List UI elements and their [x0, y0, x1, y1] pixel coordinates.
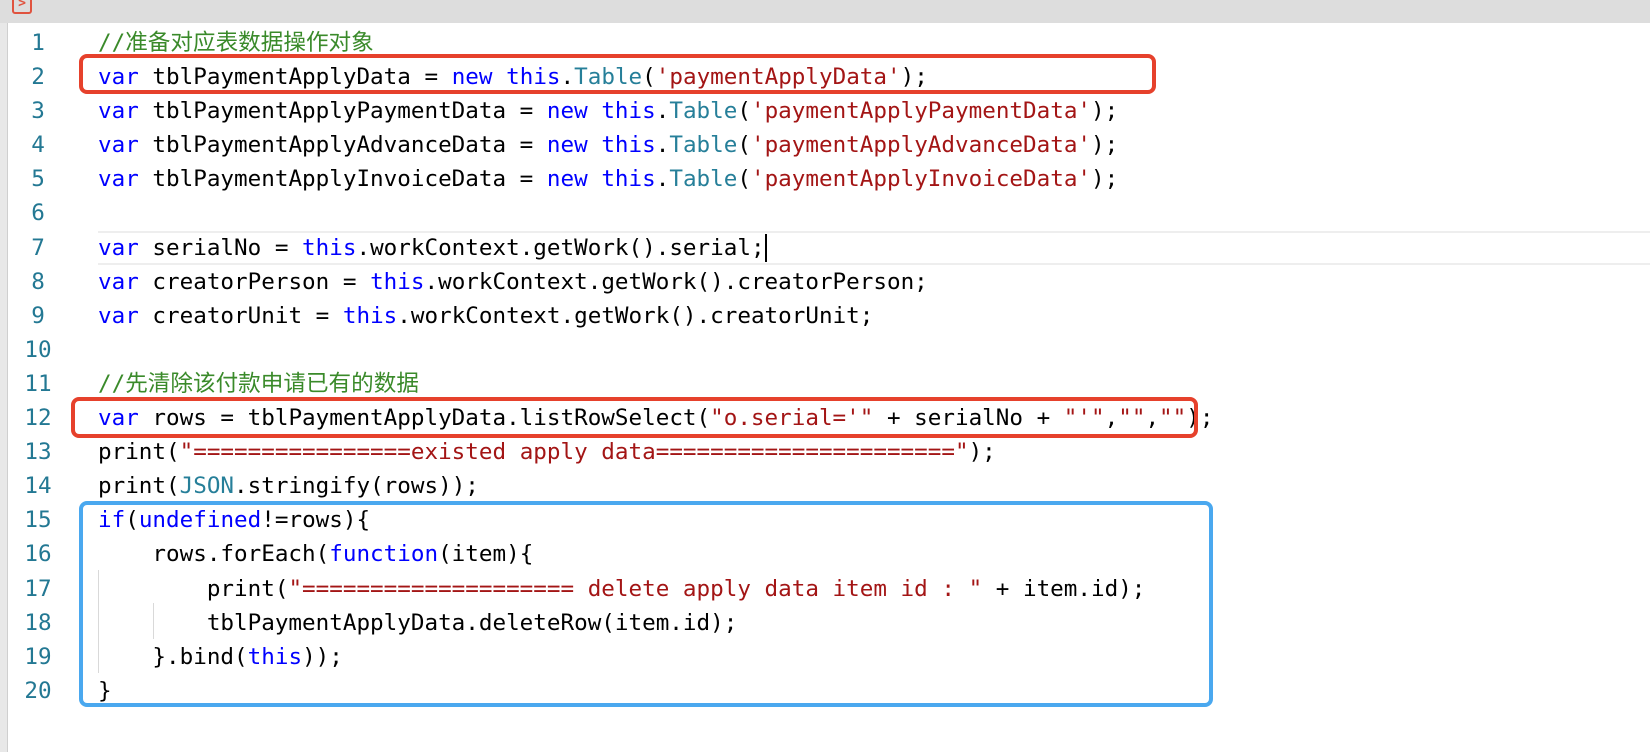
line-number: 4: [31, 132, 45, 159]
code-token: JSON: [179, 473, 235, 500]
code-token: serialNo =: [138, 234, 303, 261]
highlight-box-lines-15-20: [79, 501, 1213, 707]
code-token: );: [968, 439, 996, 466]
code-token: //准备对应表数据操作对象: [98, 30, 374, 56]
code-token: );: [1091, 98, 1119, 125]
highlight-box-line-12: [71, 397, 1198, 438]
code-text: var serialNo = this.workContext.getWork(…: [98, 231, 767, 265]
code-token: Table: [669, 98, 738, 125]
line-number: 6: [31, 200, 45, 227]
line-number: 5: [31, 166, 45, 193]
code-token: );: [1091, 166, 1119, 193]
code-text: var creatorUnit = this.workContext.getWo…: [98, 299, 873, 333]
code-token: var: [98, 132, 139, 159]
line-number: 3: [31, 98, 45, 125]
code-token: tblPaymentApplyAdvanceData =: [138, 132, 547, 159]
code-line[interactable]: 5 var tblPaymentApplyInvoiceData = new th…: [8, 162, 1650, 196]
line-number: 8: [31, 268, 45, 295]
code-text: print("================existed apply dat…: [98, 435, 996, 469]
code-token: this: [370, 268, 425, 295]
text-cursor: [764, 234, 767, 263]
code-token: 'paymentApplyAdvanceData': [750, 132, 1092, 159]
code-token: var: [98, 234, 139, 261]
editor-toolbar: >: [0, 0, 1650, 23]
code-token: new: [546, 132, 588, 159]
code-token: tblPaymentApplyPaymentData =: [138, 98, 547, 125]
line-number: 12: [24, 405, 52, 432]
run-panel-icon[interactable]: >: [12, 0, 32, 14]
line-number: 9: [31, 302, 45, 329]
code-token: Table: [669, 166, 738, 193]
code-token: 'paymentApplyInvoiceData': [750, 166, 1092, 193]
line-number: 16: [24, 541, 52, 568]
code-line[interactable]: 6: [8, 196, 1650, 230]
code-token: new: [546, 98, 588, 125]
code-token: print(: [98, 439, 180, 466]
code-text: var tblPaymentApplyInvoiceData = new thi…: [98, 162, 1118, 196]
code-token: tblPaymentApplyInvoiceData =: [138, 166, 547, 193]
code-line[interactable]: 4 var tblPaymentApplyAdvanceData = new th…: [8, 128, 1650, 162]
line-number: 15: [24, 507, 52, 534]
code-token: "================existed apply data=====…: [179, 439, 969, 466]
line-number: 13: [24, 439, 52, 466]
line-number: 11: [24, 370, 52, 397]
code-token: //先清除该付款申请已有的数据: [98, 370, 419, 397]
code-token: .workContext.getWork().serial;: [356, 234, 765, 261]
code-line[interactable]: 9 var creatorUnit = this.workContext.getW…: [8, 299, 1650, 333]
code-token: .: [655, 132, 670, 159]
code-token: .: [655, 98, 670, 125]
code-token: this: [302, 234, 357, 261]
code-line[interactable]: 8 var creatorPerson = this.workContext.ge…: [8, 265, 1650, 299]
code-token: (: [737, 98, 751, 125]
code-text: var tblPaymentApplyAdvanceData = new thi…: [98, 128, 1118, 162]
code-line[interactable]: 10: [8, 333, 1650, 367]
highlight-box-line-2: [79, 54, 1156, 94]
code-token: var: [98, 302, 139, 329]
code-line[interactable]: 7 var serialNo = this.workContext.getWork…: [8, 230, 1650, 265]
code-token: (: [737, 166, 751, 193]
line-number: 14: [24, 473, 52, 500]
code-token: new: [546, 166, 588, 193]
code-line[interactable]: 14 print(JSON.stringify(rows));: [8, 469, 1650, 503]
code-token: creatorUnit =: [138, 302, 343, 329]
code-token: var: [98, 166, 139, 193]
code-token: Table: [669, 132, 738, 159]
code-text: var creatorPerson = this.workContext.get…: [98, 265, 928, 299]
code-token: this: [342, 302, 398, 329]
line-number: 20: [24, 677, 52, 704]
code-token: print(: [98, 473, 180, 500]
line-number: 7: [31, 234, 45, 261]
code-line[interactable]: 3 var tblPaymentApplyPaymentData = new th…: [8, 94, 1650, 128]
code-token: creatorPerson =: [138, 268, 371, 295]
code-token: .stringify(rows));: [234, 473, 479, 500]
line-number: 10: [24, 336, 52, 363]
code-text: var tblPaymentApplyPaymentData = new thi…: [98, 94, 1118, 128]
code-token: this: [601, 132, 656, 159]
code-token: 'paymentApplyPaymentData': [750, 98, 1092, 125]
line-number: 17: [24, 575, 52, 602]
line-number: 19: [24, 643, 52, 670]
code-token: var: [98, 268, 139, 295]
code-token: this: [601, 166, 656, 193]
code-text: print(JSON.stringify(rows));: [98, 469, 479, 503]
code-token: );: [1091, 132, 1119, 159]
code-token: var: [98, 98, 139, 125]
code-token: (: [737, 132, 751, 159]
line-number: 18: [24, 609, 52, 636]
code-text: //先清除该付款申请已有的数据: [98, 367, 419, 401]
code-token: .workContext.getWork().creatorUnit;: [397, 302, 874, 329]
code-line[interactable]: 11 //先清除该付款申请已有的数据: [8, 367, 1650, 401]
code-token: .: [655, 166, 670, 193]
line-number: 1: [31, 30, 45, 56]
code-token: .workContext.getWork().creatorPerson;: [424, 268, 928, 295]
code-line[interactable]: 13 print("================existed apply d…: [8, 435, 1650, 469]
window-edge: [0, 23, 8, 752]
line-number: 2: [31, 64, 45, 91]
code-token: this: [601, 98, 656, 125]
